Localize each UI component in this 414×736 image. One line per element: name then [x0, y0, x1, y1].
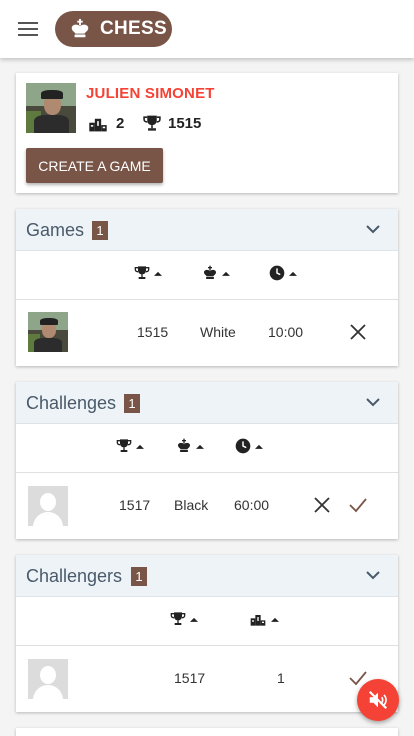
challengers-section: Challengers 1 1517 1	[16, 555, 398, 712]
clock-icon	[235, 438, 251, 454]
sort-wins[interactable]	[249, 611, 279, 627]
count-badge: 1	[92, 221, 108, 240]
chess-king-icon	[69, 18, 91, 40]
player-name: JULIEN SIMONET	[86, 85, 215, 102]
sort-time[interactable]	[235, 438, 263, 454]
volume-off-icon	[368, 690, 388, 710]
challengers-header[interactable]: Challengers 1	[16, 555, 398, 597]
rating-stat: 1515	[142, 114, 201, 133]
sort-asc-icon	[154, 271, 162, 276]
app-title: CHESS	[100, 18, 167, 39]
time-cell: 60:00	[234, 497, 270, 513]
games-section: Games 1 1515 White 10:00	[16, 209, 398, 366]
podium-icon	[249, 611, 267, 627]
chevron-down-icon[interactable]	[366, 397, 380, 407]
rating-cell: 1517	[174, 670, 206, 686]
wins-cell: 1	[277, 670, 285, 686]
top-app-bar: CHESS	[0, 0, 414, 58]
sort-asc-icon	[190, 617, 198, 622]
trophy-icon	[116, 438, 132, 454]
color-cell: Black	[174, 497, 209, 513]
podium-icon	[86, 114, 110, 133]
chevron-down-icon[interactable]	[366, 224, 380, 234]
player-avatar	[26, 83, 76, 133]
chevron-down-icon[interactable]	[366, 570, 380, 580]
sort-asc-icon	[255, 444, 263, 449]
mute-sound-button[interactable]	[357, 679, 399, 721]
close-icon[interactable]	[313, 496, 331, 514]
default-avatar	[28, 486, 68, 526]
trophy-icon	[134, 265, 150, 281]
rating-cell: 1515	[137, 324, 169, 340]
color-cell: White	[200, 324, 236, 340]
sort-time[interactable]	[269, 265, 297, 281]
profile-card: JULIEN SIMONET 2 1515 CREATE A GAME	[16, 73, 398, 193]
create-game-button[interactable]: CREATE A GAME	[26, 148, 163, 183]
rating-cell: 1517	[119, 497, 151, 513]
table-row[interactable]: 1517 Black 60:00	[16, 473, 398, 539]
check-icon[interactable]	[349, 496, 367, 514]
section-title: Games	[26, 220, 85, 240]
trophy-icon	[142, 114, 162, 133]
sort-asc-icon	[289, 271, 297, 276]
sort-color[interactable]	[202, 265, 230, 281]
games-won-value: 2	[116, 115, 125, 132]
chess-king-icon	[176, 438, 192, 454]
table-row[interactable]: 1515 White 10:00	[16, 300, 398, 366]
section-title: Challengers	[26, 566, 123, 586]
sort-rating[interactable]	[170, 611, 198, 627]
opponent-avatar	[28, 312, 68, 352]
sort-asc-icon	[136, 444, 144, 449]
trophy-icon	[170, 611, 186, 627]
rating-value: 1515	[168, 115, 202, 132]
table-header	[16, 424, 398, 473]
table-header	[16, 597, 398, 646]
brand-logo[interactable]: CHESS	[55, 11, 172, 47]
sort-asc-icon	[271, 617, 279, 622]
challenges-header[interactable]: Challenges 1	[16, 382, 398, 424]
sort-color[interactable]	[176, 438, 204, 454]
sort-rating[interactable]	[134, 265, 162, 281]
time-cell: 10:00	[268, 324, 304, 340]
count-badge: 1	[124, 394, 140, 413]
sort-asc-icon	[196, 444, 204, 449]
table-header	[16, 251, 398, 300]
default-avatar	[28, 659, 68, 699]
table-row[interactable]: 1517 1	[16, 646, 398, 712]
challenges-section: Challenges 1 1517 Black 60:00	[16, 382, 398, 539]
clock-icon	[269, 265, 285, 281]
next-section	[16, 728, 398, 736]
section-title: Challenges	[26, 393, 117, 413]
games-won-stat: 2	[86, 114, 124, 133]
close-icon[interactable]	[349, 323, 367, 341]
count-badge: 1	[131, 567, 147, 586]
games-header[interactable]: Games 1	[16, 209, 398, 251]
chess-king-icon	[202, 265, 218, 281]
sort-rating[interactable]	[116, 438, 144, 454]
menu-icon[interactable]	[18, 22, 38, 38]
sort-asc-icon	[222, 271, 230, 276]
